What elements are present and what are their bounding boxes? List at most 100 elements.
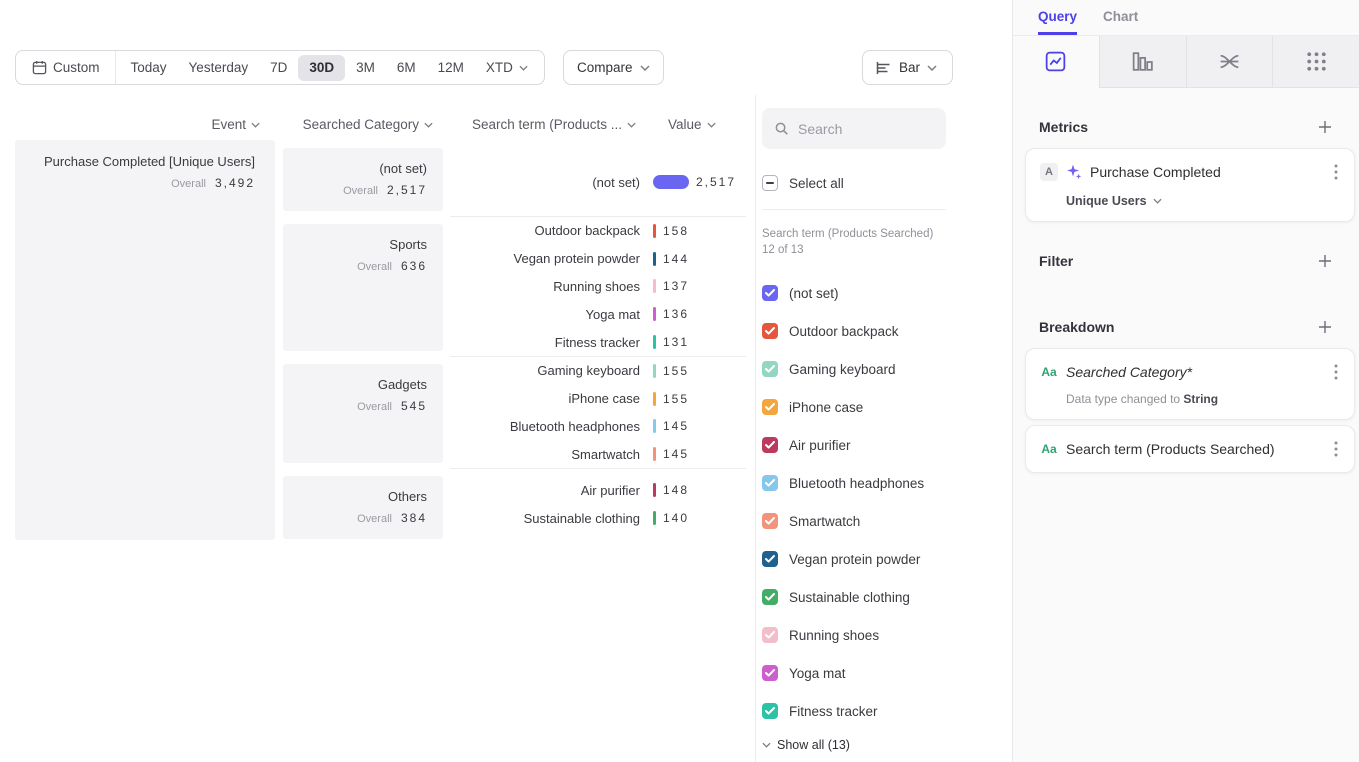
- date-range-label: Today: [131, 60, 167, 75]
- value-bar: [653, 419, 656, 433]
- query-panel-tabs: Query Chart: [1013, 0, 1359, 36]
- chart-type-dropdown[interactable]: Bar: [862, 50, 953, 85]
- checkbox-checked[interactable]: [762, 589, 778, 605]
- table-row[interactable]: Yoga mat136: [450, 300, 746, 328]
- main-report-area: Custom Today Yesterday7D 30D 3M6M 12M XTD Comp…: [0, 0, 1012, 762]
- legend-item[interactable]: Gaming keyboard: [762, 350, 946, 388]
- table-row[interactable]: Gaming keyboard155: [450, 357, 746, 385]
- metric-name: Purchase Completed: [1090, 164, 1324, 180]
- legend-label: Gaming keyboard: [789, 362, 896, 377]
- checkbox-checked[interactable]: [762, 551, 778, 567]
- legend-label: Yoga mat: [789, 666, 846, 681]
- legend-item[interactable]: iPhone case: [762, 388, 946, 426]
- date-range-label: 12M: [438, 60, 464, 75]
- flows-icon[interactable]: [1186, 36, 1273, 88]
- date-range-today[interactable]: Today: [120, 55, 178, 81]
- checkbox-checked[interactable]: [762, 703, 778, 719]
- date-range-xtd[interactable]: XTD: [475, 55, 539, 81]
- term-value: 131: [663, 335, 689, 349]
- chevron-down-icon: [707, 122, 716, 128]
- legend-item[interactable]: Vegan protein powder: [762, 540, 946, 578]
- term-label: Smartwatch: [450, 447, 640, 462]
- funnel-bars-icon[interactable]: [1099, 36, 1186, 88]
- chevron-down-icon: [251, 122, 260, 128]
- compare-button[interactable]: Compare: [563, 50, 664, 85]
- date-range-custom[interactable]: Custom: [21, 55, 111, 81]
- column-header-category[interactable]: Searched Category: [283, 117, 433, 132]
- checkbox-checked[interactable]: [762, 513, 778, 529]
- add-metric-button[interactable]: [1316, 118, 1334, 136]
- overall-label: Overall: [357, 261, 392, 273]
- checkbox-checked[interactable]: [762, 361, 778, 377]
- legend-item[interactable]: Fitness tracker: [762, 692, 946, 730]
- overall-value: 3,492: [215, 176, 255, 190]
- checkbox-checked[interactable]: [762, 627, 778, 643]
- table-row[interactable]: Vegan protein powder144: [450, 245, 746, 273]
- date-range-label: 30D: [309, 60, 334, 75]
- kebab-menu-icon[interactable]: [1332, 162, 1340, 182]
- dots-grid-icon[interactable]: [1272, 36, 1359, 88]
- event-sparkle-icon: [1066, 164, 1082, 180]
- show-all-button[interactable]: Show all (13): [762, 738, 946, 752]
- table-row[interactable]: Fitness tracker131: [450, 328, 746, 356]
- date-range-30d[interactable]: 30D: [298, 55, 345, 81]
- table-row[interactable]: Air purifier148: [450, 476, 746, 504]
- breakdown-card-search-term[interactable]: Aa Search term (Products Searched): [1025, 425, 1355, 473]
- overall-label: Overall: [357, 513, 392, 525]
- add-filter-button[interactable]: [1316, 252, 1334, 270]
- value-bar: [653, 252, 656, 266]
- date-range-7d[interactable]: 7D: [259, 55, 298, 81]
- date-range-12m[interactable]: 12M: [427, 55, 475, 81]
- date-range-6m[interactable]: 6M: [386, 55, 427, 81]
- table-row[interactable]: (not set)2,517: [450, 168, 746, 196]
- legend-item[interactable]: (not set): [762, 274, 946, 312]
- table-row[interactable]: Running shoes137: [450, 273, 746, 301]
- table-row[interactable]: Bluetooth headphones145: [450, 413, 746, 441]
- kebab-menu-icon[interactable]: [1332, 362, 1340, 382]
- checkbox-checked[interactable]: [762, 323, 778, 339]
- checkbox-checked[interactable]: [762, 665, 778, 681]
- table-row[interactable]: Outdoor backpack158: [450, 217, 746, 245]
- checkbox-checked[interactable]: [762, 285, 778, 301]
- term-label: Vegan protein powder: [450, 251, 640, 266]
- search-input[interactable]: [798, 121, 934, 137]
- value-bar: [653, 175, 689, 189]
- tab-chart[interactable]: Chart: [1103, 0, 1138, 35]
- tab-query[interactable]: Query: [1038, 0, 1077, 35]
- category-cell: SportsOverall636: [283, 224, 443, 351]
- add-breakdown-button[interactable]: [1316, 318, 1334, 336]
- breakdown-section-header: Breakdown: [1039, 318, 1334, 336]
- search-icon: [774, 121, 789, 136]
- category-cell: OthersOverall384: [283, 476, 443, 539]
- checkbox-checked[interactable]: [762, 399, 778, 415]
- column-header-value[interactable]: Value: [668, 117, 748, 132]
- date-range-3m[interactable]: 3M: [345, 55, 386, 81]
- table-row[interactable]: Smartwatch145: [450, 440, 746, 468]
- legend-item[interactable]: Running shoes: [762, 616, 946, 654]
- legend-item[interactable]: Smartwatch: [762, 502, 946, 540]
- column-header-term[interactable]: Search term (Products ...: [450, 117, 636, 132]
- measure-dropdown[interactable]: Unique Users: [1040, 194, 1340, 208]
- breakdown-card-searched-category[interactable]: Aa Searched Category* Data type changed …: [1025, 348, 1355, 420]
- legend-list: (not set)Outdoor backpack Gaming keyboard…: [762, 274, 946, 730]
- legend-item[interactable]: Bluetooth headphones: [762, 464, 946, 502]
- column-header-event[interactable]: Event: [15, 117, 260, 132]
- checkbox-checked[interactable]: [762, 475, 778, 491]
- term-group: Air purifier148Sustainable clothing140: [450, 469, 746, 539]
- value-bar: [653, 279, 656, 293]
- checkbox-checked[interactable]: [762, 437, 778, 453]
- legend-label: Sustainable clothing: [789, 590, 910, 605]
- legend-item[interactable]: Outdoor backpack: [762, 312, 946, 350]
- metric-card[interactable]: A Purchase Completed Unique Users: [1025, 148, 1355, 222]
- table-row[interactable]: iPhone case155: [450, 385, 746, 413]
- legend-item[interactable]: Air purifier: [762, 426, 946, 464]
- table-row[interactable]: Sustainable clothing140: [450, 504, 746, 532]
- date-range-yesterday[interactable]: Yesterday: [178, 55, 260, 81]
- checkbox-indeterminate[interactable]: [762, 175, 778, 191]
- legend-search: [762, 108, 946, 149]
- insights-chart-icon[interactable]: [1013, 36, 1099, 88]
- legend-item[interactable]: Yoga mat: [762, 654, 946, 692]
- select-all-row[interactable]: Select all: [762, 171, 946, 195]
- kebab-menu-icon[interactable]: [1332, 439, 1340, 459]
- legend-item[interactable]: Sustainable clothing: [762, 578, 946, 616]
